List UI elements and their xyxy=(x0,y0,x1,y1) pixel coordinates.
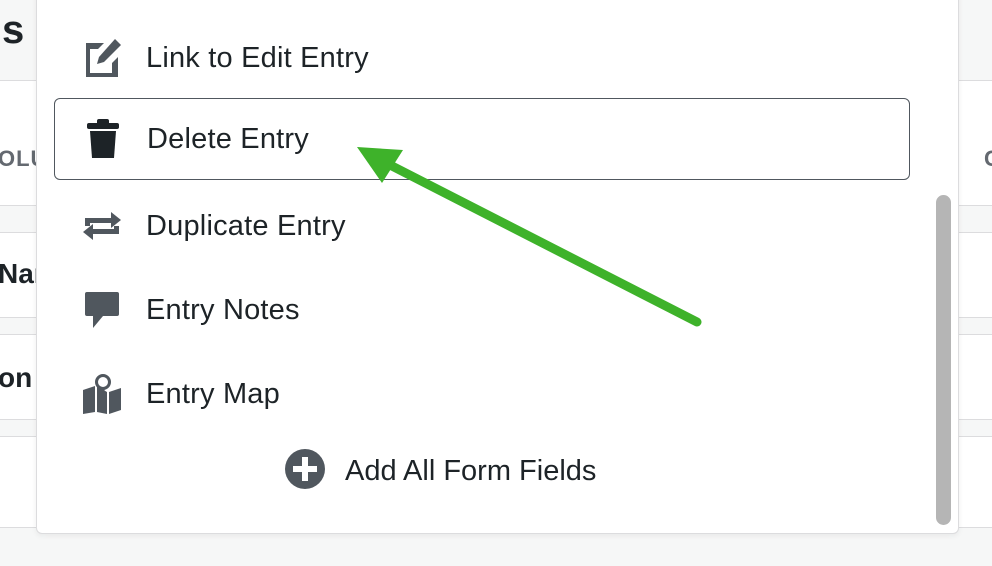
background-row xyxy=(958,232,992,318)
comment-icon xyxy=(80,288,124,332)
menu-item-link-to-edit-entry[interactable]: Link to Edit Entry xyxy=(54,17,910,99)
background-column-header-fragment: C xyxy=(984,146,992,171)
menu-item-label: Duplicate Entry xyxy=(146,209,346,242)
map-icon xyxy=(80,372,124,416)
menu-item-label: Delete Entry xyxy=(147,122,309,155)
background-row xyxy=(0,436,36,528)
menu-item-duplicate-entry[interactable]: Duplicate Entry xyxy=(54,185,910,267)
menu-item-label: Entry Map xyxy=(146,377,280,410)
background-row xyxy=(0,80,36,206)
entry-links-dropdown: Link to Edit Entry Delete Entry Duplicat… xyxy=(36,0,959,534)
background-left-strip: s OLU Nar on xyxy=(0,0,36,566)
menu-item-label: Link to Edit Entry xyxy=(146,41,369,74)
menu-item-label: Entry Notes xyxy=(146,293,300,326)
scrollbar-thumb[interactable] xyxy=(936,195,951,525)
menu-item-entry-map[interactable]: Entry Map xyxy=(54,353,910,435)
menu-item-delete-entry[interactable]: Delete Entry xyxy=(54,98,910,180)
menu-item-entry-notes[interactable]: Entry Notes xyxy=(54,269,910,351)
background-heading-fragment: s xyxy=(2,8,25,52)
background-row xyxy=(958,334,992,420)
edit-icon xyxy=(80,36,124,80)
background-row xyxy=(958,80,992,206)
background-row xyxy=(958,436,992,528)
trash-icon xyxy=(81,117,125,161)
add-all-form-fields-button[interactable]: Add All Form Fields xyxy=(285,449,596,494)
background-cell-fragment: on xyxy=(0,362,33,393)
background-cell-fragment: Nar xyxy=(0,258,36,289)
background-right-strip: C xyxy=(958,0,992,566)
add-all-form-fields-label: Add All Form Fields xyxy=(345,455,597,487)
duplicate-icon xyxy=(80,204,124,248)
background-column-header-fragment: OLU xyxy=(0,146,36,171)
plus-circle-icon xyxy=(285,449,325,494)
